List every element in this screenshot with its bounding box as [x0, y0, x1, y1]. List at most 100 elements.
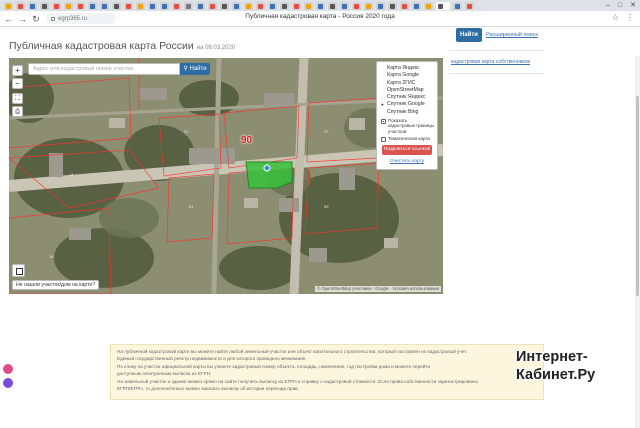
browser-tab[interactable]: [352, 1, 361, 10]
browser-tab[interactable]: [376, 1, 385, 10]
watermark: Интернет- Кабинет.Ру: [504, 323, 640, 391]
browser-tab[interactable]: [160, 1, 169, 10]
browser-tab[interactable]: [172, 1, 181, 10]
browser-tab[interactable]: [244, 1, 253, 10]
address-text: egrp365.ru: [58, 15, 88, 22]
browser-tab[interactable]: [64, 1, 73, 10]
tab-favicon-icon: [455, 3, 460, 9]
tab-favicon-icon: [42, 3, 47, 9]
browser-tab[interactable]: [268, 1, 277, 10]
browser-tab[interactable]: [453, 1, 462, 10]
info-line: На земельный участок и здание можно прям…: [117, 378, 478, 384]
tab-favicon-icon: [54, 3, 59, 9]
map-search-button[interactable]: ⚲ Найти: [180, 63, 210, 75]
checkbox-icon[interactable]: [381, 136, 386, 142]
browser-tab[interactable]: [40, 1, 49, 10]
browser-tab[interactable]: [16, 1, 25, 10]
not-found-link[interactable]: Не нашли участок/дом на карте?: [12, 280, 100, 290]
layer-option[interactable]: Спутник Яндекс: [380, 94, 434, 101]
browser-tab[interactable]: [465, 1, 474, 10]
forward-icon[interactable]: →: [18, 12, 27, 26]
zoom-in-button[interactable]: +: [12, 65, 23, 76]
thematic-map-label: Тематическая карта: [388, 135, 430, 141]
tab-favicon-icon: [354, 3, 359, 9]
browser-tab[interactable]: [4, 1, 13, 10]
browser-tab[interactable]: [328, 1, 337, 10]
tab-favicon-icon: [414, 3, 419, 9]
print-icon[interactable]: ⎙: [12, 106, 23, 117]
maximize-icon[interactable]: □: [618, 1, 622, 10]
browser-tab[interactable]: [208, 1, 217, 10]
browser-tab[interactable]: [424, 1, 433, 10]
svg-text:32: 32: [184, 129, 189, 134]
browser-tab[interactable]: [304, 1, 313, 10]
address-bar[interactable]: egrp365.ru: [46, 13, 116, 24]
browser-tab[interactable]: [412, 1, 421, 10]
star-icon[interactable]: ☆: [612, 13, 619, 22]
map-attribution: © OpenStreetMap участники · Google · Усл…: [315, 286, 441, 292]
tab-favicon-icon: [330, 3, 335, 9]
browser-tab[interactable]: [316, 1, 325, 10]
layer-switcher: Карта Яндекс Карта Google Карта 2ГИС OpenSt…: [376, 61, 438, 170]
right-panel: Найти Расширенный поиск кадастровая карт…: [449, 28, 544, 328]
browser-tab[interactable]: [220, 1, 229, 10]
browser-tab[interactable]: [436, 1, 450, 10]
thematic-map-option[interactable]: Тематическая карта: [380, 135, 434, 142]
browser-tab[interactable]: [184, 1, 193, 10]
layers-toggle-icon[interactable]: [12, 264, 25, 277]
fullscreen-icon[interactable]: ⛶: [12, 93, 23, 104]
layer-option[interactable]: OpenStreetMap: [380, 87, 434, 94]
svg-text:14: 14: [69, 172, 74, 177]
browser-tab[interactable]: [400, 1, 409, 10]
floating-widget-icon[interactable]: [3, 378, 13, 388]
browser-tab[interactable]: [136, 1, 145, 10]
tab-favicon-icon: [102, 3, 107, 9]
browser-tab[interactable]: [124, 1, 133, 10]
tab-favicon-icon: [318, 3, 323, 9]
tab-favicon-icon: [390, 3, 395, 9]
browser-tab[interactable]: [256, 1, 265, 10]
layer-option[interactable]: Спутник Google: [380, 101, 434, 109]
browser-tab[interactable]: [28, 1, 37, 10]
show-borders-option[interactable]: Показать кадастровые границы участков: [380, 118, 434, 134]
floating-chat-icon[interactable]: [3, 364, 13, 374]
tab-favicon-icon: [258, 3, 263, 9]
browser-tab[interactable]: [52, 1, 61, 10]
layer-option[interactable]: Карта Google: [380, 72, 434, 79]
owner-map-link[interactable]: кадастровая карта собственников: [451, 59, 530, 65]
browser-tab[interactable]: [364, 1, 373, 10]
menu-icon[interactable]: ⋮: [626, 13, 634, 22]
browser-tab[interactable]: [196, 1, 205, 10]
tab-favicon-icon: [138, 3, 143, 9]
browser-tab[interactable]: [388, 1, 397, 10]
browser-tab[interactable]: [88, 1, 97, 10]
layer-option[interactable]: Карта Яндекс: [380, 65, 434, 72]
layer-option[interactable]: Карта 2ГИС: [380, 80, 434, 87]
page-title: Публичная кадастровая карта России на 09.…: [9, 40, 235, 52]
zoom-out-button[interactable]: −: [12, 78, 23, 89]
browser-tab[interactable]: [292, 1, 301, 10]
browser-tab[interactable]: [148, 1, 157, 10]
close-icon[interactable]: ✕: [630, 1, 636, 10]
find-button[interactable]: Найти: [456, 28, 482, 42]
cadastral-map[interactable]: 14 32 27 59 61 18 + − ⛶ ⎙ Адрес или када…: [9, 58, 443, 294]
map-search-input[interactable]: Адрес или кадастровый номер участка: [28, 63, 180, 75]
layer-option[interactable]: Спутник Bing: [380, 109, 434, 116]
plot-label: 90: [241, 135, 253, 146]
advanced-search-link[interactable]: Расширенный поиск: [486, 32, 538, 38]
tab-favicon-icon: [306, 3, 311, 9]
browser-tab[interactable]: [340, 1, 349, 10]
clear-map-link[interactable]: Очистить карту: [380, 159, 434, 164]
scrollbar-thumb[interactable]: [636, 96, 639, 296]
browser-tab[interactable]: [100, 1, 109, 10]
browser-tab[interactable]: [232, 1, 241, 10]
checkbox-icon[interactable]: [381, 119, 386, 125]
info-line: Единый государственный реестр недвижимос…: [117, 356, 307, 362]
browser-tab[interactable]: [280, 1, 289, 10]
minimize-icon[interactable]: –: [606, 1, 610, 10]
browser-tab[interactable]: [112, 1, 121, 10]
share-link-button[interactable]: Поделиться ссылкой: [382, 145, 432, 156]
reload-icon[interactable]: ↻: [32, 12, 40, 26]
back-icon[interactable]: ←: [4, 12, 13, 26]
browser-tab[interactable]: [76, 1, 85, 10]
